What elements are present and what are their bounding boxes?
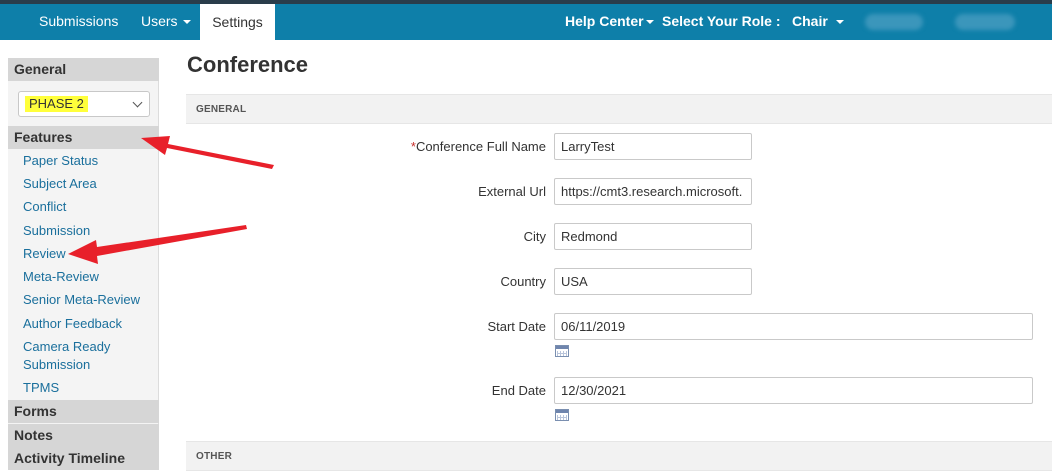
external-url-label: External Url: [478, 184, 546, 199]
sidebar-heading-notes[interactable]: Notes: [8, 424, 159, 447]
start-date-label: Start Date: [487, 319, 546, 334]
blurred-user-menu: [955, 14, 1015, 30]
sidebar-heading-forms[interactable]: Forms: [8, 400, 159, 423]
conference-full-name-label-text: Conference Full Name: [415, 139, 546, 154]
sidebar-item-senior-meta-review[interactable]: Senior Meta-Review: [23, 291, 140, 309]
caret-down-icon: [645, 20, 654, 24]
city-input[interactable]: [554, 223, 752, 250]
role-label: Select Your Role :: [662, 13, 781, 29]
sidebar-heading-activity-timeline[interactable]: Activity Timeline: [8, 447, 159, 470]
end-date-input[interactable]: [554, 377, 1033, 404]
nav-help-center-label: Help Center: [565, 13, 644, 29]
nav-submissions[interactable]: Submissions: [39, 4, 118, 40]
country-input[interactable]: [554, 268, 752, 295]
nav-settings-tab[interactable]: Settings: [200, 4, 275, 40]
settings-sidebar: General PHASE 2 Features Paper Status Su…: [8, 58, 159, 470]
nav-users-label: Users: [141, 13, 178, 29]
phase-select[interactable]: PHASE 2: [18, 91, 150, 117]
sidebar-item-author-feedback[interactable]: Author Feedback: [23, 315, 122, 333]
external-url-input[interactable]: [554, 178, 752, 205]
top-navbar: Submissions Users Settings Help Center S…: [0, 0, 1052, 40]
sidebar-item-subject-area[interactable]: Subject Area: [23, 175, 97, 193]
nav-help-center-menu[interactable]: Help Center: [565, 4, 654, 40]
city-label: City: [523, 229, 546, 244]
calendar-icon[interactable]: [555, 409, 569, 421]
sidebar-item-conflict[interactable]: Conflict: [23, 198, 66, 216]
chevron-down-icon: [132, 97, 143, 108]
page-title: Conference: [187, 52, 309, 77]
section-header-other: OTHER: [186, 441, 1052, 471]
sidebar-item-meta-review[interactable]: Meta-Review: [23, 268, 99, 286]
nav-users-menu[interactable]: Users: [141, 4, 191, 40]
conference-full-name-label: *Conference Full Name: [196, 139, 546, 154]
caret-down-icon: [182, 20, 191, 24]
phase-select-value: PHASE 2: [25, 96, 88, 112]
caret-down-icon: [835, 20, 844, 24]
sidebar-item-tpms[interactable]: TPMS: [23, 379, 59, 397]
sidebar-item-paper-status[interactable]: Paper Status: [23, 152, 98, 170]
conference-full-name-input[interactable]: [554, 133, 752, 160]
sidebar-item-submission[interactable]: Submission: [23, 222, 90, 240]
role-value: Chair: [792, 13, 828, 29]
blurred-user-name: [865, 14, 923, 30]
end-date-label: End Date: [491, 383, 546, 398]
sidebar-item-review[interactable]: Review: [23, 245, 66, 263]
role-dropdown[interactable]: Chair: [792, 4, 844, 40]
sidebar-item-camera-ready-submission[interactable]: Camera Ready Submission: [23, 338, 133, 374]
start-date-input[interactable]: [554, 313, 1033, 340]
calendar-icon[interactable]: [555, 345, 569, 357]
section-header-general: GENERAL: [186, 94, 1052, 124]
sidebar-heading-features[interactable]: Features: [8, 126, 159, 149]
sidebar-heading-general[interactable]: General: [8, 58, 159, 81]
country-label: Country: [500, 274, 546, 289]
